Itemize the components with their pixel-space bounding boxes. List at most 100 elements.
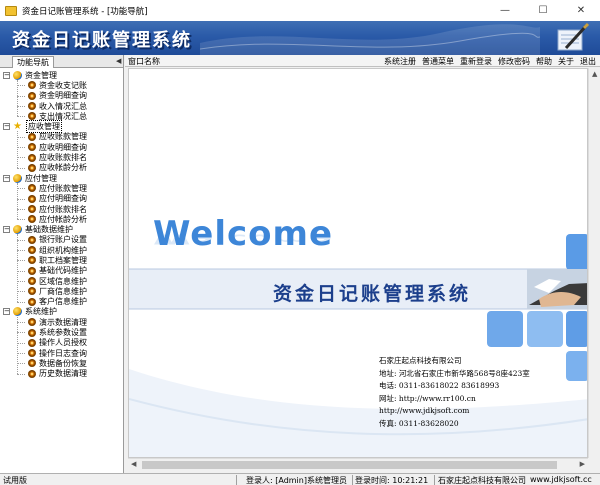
company-website: 网址: http://www.rr100.cn xyxy=(379,393,476,403)
system-title: 资金日记账管理系统 xyxy=(273,283,472,305)
status-edition: 试用版 xyxy=(3,476,27,485)
gear-icon xyxy=(28,153,36,162)
nav-item[interactable]: 客户信息维护 xyxy=(0,297,123,307)
scroll-up-icon[interactable]: ▲ xyxy=(592,70,597,78)
scroll-right-icon[interactable]: ▶ xyxy=(580,460,585,468)
nav-group-header[interactable]: − 系统维护 xyxy=(0,307,123,317)
menu-normal-menu[interactable]: 普通菜单 xyxy=(422,56,454,67)
nav-item[interactable]: 应收帐龄分析 xyxy=(0,163,123,173)
close-button[interactable]: ✕ xyxy=(562,0,600,21)
horizontal-scrollbar[interactable]: ◀ ▶ xyxy=(128,458,588,470)
banner-title: 资金日记账管理系统 xyxy=(12,30,192,51)
menu-bar: 窗口名称 系统注册 普通菜单 重新登录 修改密码 帮助 关于 退出 xyxy=(125,55,600,67)
nav-item[interactable]: 系统参数设置 xyxy=(0,327,123,337)
menu-exit[interactable]: 退出 xyxy=(580,56,596,67)
nav-group-header[interactable]: − 资金管理 xyxy=(0,70,123,80)
collapse-toggle-icon[interactable]: − xyxy=(3,71,10,79)
status-login-user: 登录人: [Admin]系统管理员 xyxy=(246,476,347,485)
nav-group: − 应付管理 应付账款管理 应付明细查询 应付账款排名 应付帐龄分析 xyxy=(0,173,123,224)
gear-icon xyxy=(28,328,36,337)
collapse-toggle-icon[interactable]: − xyxy=(3,174,10,182)
nav-item[interactable]: 应付账款排名 xyxy=(0,204,123,214)
nav-item[interactable]: 演示数据清理 xyxy=(0,317,123,327)
collapse-toggle-icon[interactable]: − xyxy=(3,226,10,234)
gear-icon xyxy=(28,297,36,306)
nav-item[interactable]: 历史数据清理 xyxy=(0,369,123,379)
tree-connector-line xyxy=(17,131,18,168)
nav-item[interactable]: 应付账款管理 xyxy=(0,183,123,193)
nav-group-header[interactable]: − 应付管理 xyxy=(0,173,123,183)
header-banner: 资金日记账管理系统 xyxy=(0,21,600,55)
nav-item[interactable]: 职工档案管理 xyxy=(0,255,123,265)
nav-item[interactable]: 操作人员授权 xyxy=(0,338,123,348)
menu-change-password[interactable]: 修改密码 xyxy=(498,56,530,67)
nav-group: − 系统维护 演示数据清理 系统参数设置 操作人员授权 操作日志查询 数据备份恢复 历史数据清… xyxy=(0,307,123,379)
menu-about[interactable]: 关于 xyxy=(558,56,574,67)
collapse-toggle-icon[interactable]: − xyxy=(3,308,10,316)
gear-icon xyxy=(28,184,36,193)
menu-register[interactable]: 系统注册 xyxy=(384,56,416,67)
company-website-2: http://www.jdkjsoft.com xyxy=(379,406,470,415)
maximize-button[interactable]: ☐ xyxy=(524,0,562,21)
nav-group: − ★ 应收管理 应收账款管理 应收明细查询 应收账款排名 应收帐龄分析 xyxy=(0,120,123,173)
gear-icon xyxy=(28,266,36,275)
nav-item[interactable]: 数据备份恢复 xyxy=(0,358,123,368)
status-company: 石家庄起点科技有限公司 xyxy=(438,476,526,485)
nav-item[interactable]: 应付帐龄分析 xyxy=(0,214,123,224)
minimize-button[interactable]: — xyxy=(486,0,524,21)
nav-item[interactable]: 应收账款排名 xyxy=(0,152,123,162)
company-name: 石家庄起点科技有限公司 xyxy=(379,356,462,365)
nav-item[interactable]: 厂商信息维护 xyxy=(0,286,123,296)
banner-wave-decoration xyxy=(200,24,540,55)
globe-icon xyxy=(13,225,22,235)
status-site: www.jdkjsoft.cc xyxy=(530,475,592,484)
collapse-panel-icon[interactable]: ◀ xyxy=(116,57,121,65)
nav-item[interactable]: 组织机构维护 xyxy=(0,245,123,255)
nav-item[interactable]: 应收明细查询 xyxy=(0,142,123,152)
gear-icon xyxy=(28,287,36,296)
gear-icon xyxy=(28,359,36,368)
gear-icon xyxy=(28,102,36,111)
gear-icon xyxy=(28,132,36,141)
gear-icon xyxy=(28,163,36,172)
tree-connector-line xyxy=(17,234,18,302)
nav-item[interactable]: 收入情况汇总 xyxy=(0,101,123,111)
nav-item[interactable]: 应付明细查询 xyxy=(0,194,123,204)
window-title: 资金日记账管理系统 - [功能导航] xyxy=(22,6,148,17)
gear-icon xyxy=(28,369,36,378)
nav-group: − 基础数据维护 银行账户设置 组织机构维护 职工档案管理 基础代码维护 区域信息维护 厂商信… xyxy=(0,224,123,306)
nav-item[interactable]: 区域信息维护 xyxy=(0,276,123,286)
gear-icon xyxy=(28,143,36,152)
nav-panel: 功能导航 − 资金管理 资金收支记账 资金明细查询 收入情况汇总 支出情况汇总 − ★ 应收管理… xyxy=(0,55,124,473)
company-fax: 传真: 0311-83628020 xyxy=(379,418,459,428)
nav-item[interactable]: 基础代码维护 xyxy=(0,266,123,276)
nav-item[interactable]: 资金收支记账 xyxy=(0,80,123,90)
horizontal-scroll-thumb[interactable] xyxy=(142,461,557,469)
star-icon: ★ xyxy=(13,121,22,133)
welcome-headline-reflection: Welcome xyxy=(153,231,334,247)
gear-icon xyxy=(28,349,36,358)
menu-relogin[interactable]: 重新登录 xyxy=(460,56,492,67)
gear-icon xyxy=(28,81,36,90)
nav-item[interactable]: 银行账户设置 xyxy=(0,235,123,245)
tree-connector-line xyxy=(17,80,18,117)
company-phone: 电话: 0311-83618022 83618993 xyxy=(379,381,500,390)
nav-item[interactable]: 资金明细查询 xyxy=(0,91,123,101)
vertical-scrollbar[interactable]: ▲ xyxy=(588,68,600,458)
nav-group: − 资金管理 资金收支记账 资金明细查询 收入情况汇总 支出情况汇总 xyxy=(0,70,123,121)
top-menu: 系统注册 普通菜单 重新登录 修改密码 帮助 关于 退出 xyxy=(384,56,596,67)
globe-icon xyxy=(13,70,22,80)
gear-icon xyxy=(28,194,36,203)
gear-icon xyxy=(28,318,36,327)
ledger-pen-icon xyxy=(557,22,590,51)
scroll-left-icon[interactable]: ◀ xyxy=(131,460,136,468)
gear-icon xyxy=(28,235,36,244)
collapse-toggle-icon[interactable]: − xyxy=(3,123,10,131)
nav-item[interactable]: 操作日志查询 xyxy=(0,348,123,358)
nav-group-header[interactable]: − ★ 应收管理 xyxy=(0,120,123,134)
nav-group-header[interactable]: − 基础数据维护 xyxy=(0,224,123,234)
nav-item[interactable]: 应收账款管理 xyxy=(0,132,123,142)
tab-function-navigation[interactable]: 功能导航 xyxy=(12,56,54,68)
menu-help[interactable]: 帮助 xyxy=(536,56,552,67)
gear-icon xyxy=(28,112,36,121)
